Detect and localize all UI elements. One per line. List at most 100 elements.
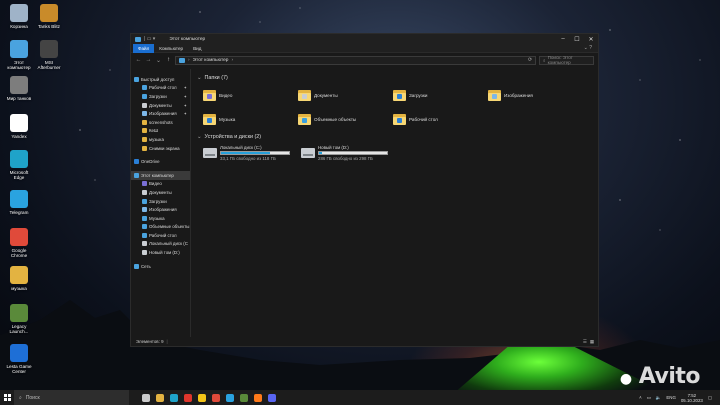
desktop-shortcut[interactable]: Мир танков — [4, 76, 34, 101]
taskbar-app[interactable] — [181, 390, 195, 405]
folder-icon — [142, 207, 147, 213]
language-indicator[interactable]: ENG — [666, 395, 676, 400]
nav-item[interactable]: Снимки экрана — [131, 144, 190, 153]
status-bar: Элементов: 9 | ☰ ▦ — [131, 337, 598, 346]
nav-item-label: Документы — [149, 189, 172, 195]
desktop-shortcut[interactable]: музыка — [4, 266, 34, 291]
taskbar-apps — [139, 390, 279, 405]
nav-item[interactable]: Быстрый доступ — [131, 75, 190, 84]
address-input[interactable]: › Этот компьютер › ⟳ — [175, 55, 536, 65]
folder-icon — [393, 113, 406, 125]
yandex-icon — [10, 114, 28, 132]
nav-item-label: Локальный диск (C — [149, 241, 188, 247]
tab-computer[interactable]: Компьютер — [154, 44, 188, 53]
taskbar-app[interactable] — [209, 390, 223, 405]
desktop-shortcut[interactable]: Lesta Game Center — [4, 344, 34, 374]
explorer-window[interactable]: | ▭ ▾ Этот компьютер – ☐ ✕ Файл Компьюте… — [130, 33, 599, 347]
desktop-shortcut[interactable]: Tanks Blitz — [34, 4, 64, 29]
desktop-shortcut[interactable]: Google Chrome — [4, 228, 34, 258]
folder-icon — [142, 119, 147, 125]
minimize-button[interactable]: – — [556, 34, 570, 44]
taskbar-app[interactable] — [195, 390, 209, 405]
content-pane: ⌄ Папки (7) Видео Документы Загрузки Изобра… — [191, 69, 598, 337]
desktop-shortcut[interactable]: Legacy Launch... — [4, 304, 34, 334]
taskbar-app[interactable] — [251, 390, 265, 405]
volume-icon[interactable]: 🔈 — [656, 395, 661, 401]
desktop-shortcut[interactable]: Yandex — [4, 114, 34, 139]
folder-icon — [142, 128, 147, 134]
nav-item[interactable]: Видео — [131, 180, 190, 189]
network-icon[interactable]: ▭ — [647, 395, 651, 401]
desktop-shortcut[interactable]: Корзина — [4, 4, 34, 29]
nav-item[interactable]: Рабочий стол — [131, 231, 190, 240]
folder-item[interactable]: Видео — [203, 86, 298, 104]
nav-item[interactable]: Документы — [131, 188, 190, 197]
nav-item[interactable]: Рабочий стол ✦ — [131, 84, 190, 93]
nav-item-label: музыка — [149, 136, 164, 142]
taskbar-search[interactable]: ⌕ Поиск — [14, 390, 129, 405]
drive-item[interactable]: Новый том (D:) 286 ГБ свободно из 298 ГБ — [301, 145, 391, 161]
details-view-icon[interactable]: ☰ — [583, 339, 587, 345]
taskbar-app[interactable] — [153, 390, 167, 405]
drive-item[interactable]: Локальный диск (C:) 33,1 ГБ свободно из 1… — [203, 145, 293, 161]
notification-icon[interactable]: ▢ — [708, 395, 712, 401]
drive-usage-bar — [318, 151, 388, 155]
clock[interactable]: 7:52 05.10.2023 — [681, 393, 703, 403]
nav-item[interactable]: Изображения ✦ — [131, 109, 190, 118]
folders-group-header[interactable]: ⌄ Папки (7) — [197, 73, 592, 82]
folder-item[interactable]: Изображения — [488, 86, 583, 104]
back-arrow-icon[interactable]: ← — [135, 57, 142, 63]
taskbar-app[interactable] — [223, 390, 237, 405]
desktop-shortcut[interactable]: Telegram — [4, 190, 34, 215]
refresh-icon[interactable]: ⟳ — [528, 58, 532, 63]
ribbon-expand-icon[interactable]: ⌄ ? — [584, 45, 592, 51]
maximize-button[interactable]: ☐ — [570, 34, 584, 44]
nav-item[interactable]: Загрузки — [131, 197, 190, 206]
tray-overflow-icon[interactable]: ˄ — [639, 395, 642, 400]
nav-item-label: Загрузки — [149, 93, 167, 99]
desktop-shortcut[interactable]: MSI Afterburner — [34, 40, 64, 70]
nav-item[interactable]: КеШ — [131, 127, 190, 136]
nav-item[interactable]: Документы ✦ — [131, 101, 190, 110]
desktop-shortcut-label: Этот компьютер — [7, 60, 31, 70]
nav-item[interactable]: Локальный диск (C — [131, 240, 190, 249]
search-input[interactable]: ⌕ Поиск: Этот компьютер — [539, 55, 594, 65]
nav-item[interactable]: Этот компьютер — [131, 170, 190, 180]
nav-item[interactable]: Загрузки ✦ — [131, 92, 190, 101]
tiles-view-icon[interactable]: ▦ — [590, 339, 594, 345]
folder-item[interactable]: Объемные объекты — [298, 110, 393, 128]
folder-item[interactable]: Музыка — [203, 110, 298, 128]
desktop-shortcut[interactable]: Этот компьютер — [4, 40, 34, 70]
folder-icon — [142, 145, 147, 151]
close-button[interactable]: ✕ — [584, 34, 598, 44]
taskbar-app[interactable] — [265, 390, 279, 405]
nav-item[interactable]: screenshots — [131, 118, 190, 127]
tab-view[interactable]: Вид — [188, 44, 206, 53]
nav-item-label: Объемные объекты — [149, 224, 190, 230]
pin-icon: ✦ — [183, 111, 187, 117]
title-bar[interactable]: | ▭ ▾ Этот компьютер – ☐ ✕ — [131, 34, 598, 44]
nav-item[interactable]: OneDrive — [131, 157, 190, 166]
nav-item[interactable]: Музыка — [131, 214, 190, 223]
folder-item[interactable]: Документы — [298, 86, 393, 104]
folder-item[interactable]: Рабочий стол — [393, 110, 488, 128]
nav-item[interactable]: Новый том (D:) — [131, 248, 190, 257]
nav-item-label: Рабочий стол — [149, 232, 177, 238]
drives-list: Локальный диск (C:) 33,1 ГБ свободно из 1… — [203, 145, 592, 161]
desktop-shortcut[interactable]: Microsoft Edge — [4, 150, 34, 180]
nav-item[interactable]: музыка — [131, 135, 190, 144]
recent-chevron-icon[interactable]: ⌄ — [155, 57, 162, 64]
nav-item[interactable]: Сеть — [131, 262, 190, 271]
taskbar-app[interactable] — [237, 390, 251, 405]
start-button[interactable] — [0, 390, 14, 405]
up-arrow-icon[interactable]: ↑ — [165, 57, 172, 63]
drives-group-header[interactable]: ⌄ Устройства и диски (2) — [197, 132, 592, 141]
tab-file[interactable]: Файл — [133, 43, 155, 53]
taskbar-app[interactable] — [139, 390, 153, 405]
taskbar-app[interactable] — [167, 390, 181, 405]
forward-arrow-icon[interactable]: → — [145, 57, 152, 63]
folder-item[interactable]: Загрузки — [393, 86, 488, 104]
nav-item[interactable]: Изображения — [131, 205, 190, 214]
quick-access-toolbar[interactable]: | ▭ ▾ — [144, 36, 155, 42]
nav-item[interactable]: Объемные объекты — [131, 223, 190, 232]
